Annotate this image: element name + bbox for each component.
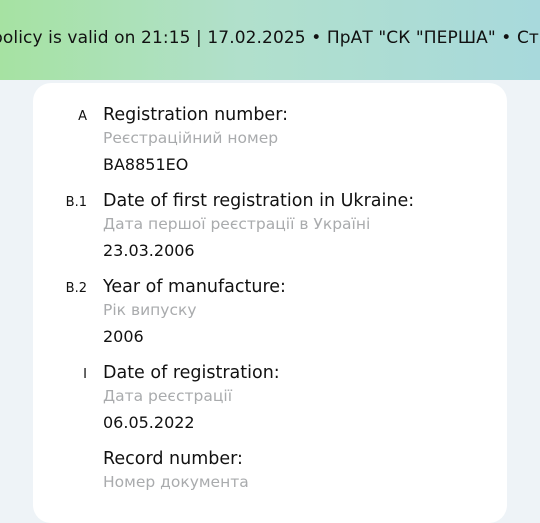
field-label: Record number: [103,449,243,469]
vehicle-registration-card: A Registration number: Реєстраційний ном… [33,83,507,523]
field-label: Year of manufacture: [103,277,286,297]
policy-status-banner: policy is valid on 21:15 | 17.02.2025 • … [0,0,540,80]
field-code: A [78,109,87,124]
field-value: 06.05.2022 [103,413,195,432]
field-value: 23.03.2006 [103,241,195,260]
field-sublabel: Дата реєстрації [103,387,232,405]
field-sublabel: Дата першої реєстрації в Україні [103,215,371,233]
field-label: Date of registration: [103,363,280,383]
field-value: 2006 [103,327,144,346]
field-sublabel: Номер документа [103,473,249,491]
field-label: Registration number: [103,105,288,125]
field-value: BA8851EO [103,155,189,174]
policy-status-text: policy is valid on 21:15 | 17.02.2025 • … [0,28,540,48]
field-sublabel: Рік випуску [103,301,197,319]
field-code: I [83,367,87,382]
field-sublabel: Реєстраційний номер [103,129,279,147]
field-label: Date of first registration in Ukraine: [103,191,415,211]
field-code: B.2 [65,281,87,296]
field-code: B.1 [65,195,87,210]
